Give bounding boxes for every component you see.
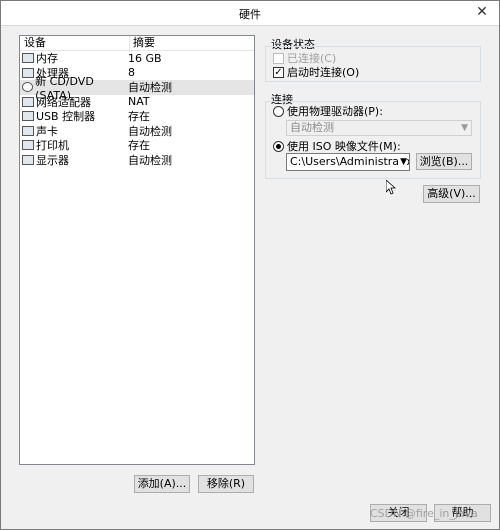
iso-path-input[interactable]: C:\Users\Administrator\Dowr ▼ [286, 153, 410, 171]
remove-button[interactable]: 移除(R) [198, 475, 254, 493]
iso-image-radio-row[interactable]: 使用 ISO 映像文件(M): [273, 138, 401, 154]
physical-drive-radio-row[interactable]: 使用物理驱动器(P): [273, 103, 383, 119]
connect-on-power-on-row[interactable]: ✓ 启动时连接(O) [273, 64, 359, 80]
memory-icon [22, 53, 34, 64]
physical-drive-label[interactable]: 使用物理驱动器(P): [287, 103, 383, 119]
browse-button[interactable]: 浏览(B)... [416, 153, 472, 170]
connect-on-power-on-checkbox[interactable]: ✓ [273, 66, 284, 78]
physical-drive-radio[interactable] [273, 105, 284, 117]
printer-icon [22, 140, 34, 151]
hardware-list-header: 设备 摘要 [20, 36, 254, 51]
hardware-row-display[interactable]: 显示器 自动检测 [20, 153, 254, 168]
device-summary: 自动检测 [128, 153, 172, 167]
title-bar: 硬件 ✕ [1, 1, 499, 26]
hardware-row-usb[interactable]: USB 控制器 存在 [20, 109, 254, 124]
window-title: 硬件 [239, 8, 261, 21]
hardware-row-printer[interactable]: 打印机 存在 [20, 138, 254, 153]
physical-drive-dropdown: 自动检测 ▼ [286, 120, 472, 136]
display-icon [22, 154, 34, 165]
cd-dvd-icon [22, 82, 34, 93]
hardware-row-memory[interactable]: 内存 16 GB [20, 51, 254, 66]
add-button[interactable]: 添加(A)... [134, 475, 190, 493]
usb-icon [22, 111, 34, 122]
iso-image-radio[interactable] [273, 140, 284, 152]
device-summary: 16 GB [128, 51, 162, 65]
iso-image-label[interactable]: 使用 ISO 映像文件(M): [287, 138, 401, 154]
device-summary: 8 [128, 66, 135, 80]
mouse-cursor-icon [386, 180, 396, 195]
device-name: 显示器 [36, 153, 69, 167]
connect-on-power-on-label[interactable]: 启动时连接(O) [287, 64, 359, 80]
iso-path-value: C:\Users\Administrator\Dowr [290, 155, 409, 168]
network-adapter-icon [22, 96, 34, 107]
hardware-dialog: 硬件 ✕ 设备 摘要 内存 16 GB 处理器 8 新 CD/DVD (SATA… [0, 0, 500, 530]
hardware-list[interactable]: 设备 摘要 内存 16 GB 处理器 8 新 CD/DVD (SATA) 自动检… [19, 35, 255, 465]
hardware-row-cd-dvd[interactable]: 新 CD/DVD (SATA) 自动检测 [20, 75, 254, 102]
hardware-row-network[interactable]: 网络适配器 NAT [20, 95, 254, 110]
device-summary: NAT [128, 95, 150, 109]
column-header-summary[interactable]: 摘要 [130, 36, 155, 50]
connected-checkbox [273, 52, 284, 64]
physical-drive-dropdown-value: 自动检测 [290, 121, 334, 134]
column-header-device[interactable]: 设备 [20, 36, 130, 50]
sound-card-icon [22, 125, 34, 136]
device-summary: 自动检测 [128, 81, 172, 95]
advanced-button[interactable]: 高级(V)... [423, 185, 480, 203]
hardware-row-sound[interactable]: 声卡 自动检测 [20, 124, 254, 139]
chevron-down-icon: ▼ [461, 123, 468, 133]
chevron-down-icon[interactable]: ▼ [398, 154, 407, 170]
close-icon[interactable]: ✕ [471, 2, 493, 22]
watermark: CSDN @fire_in_java [370, 507, 478, 520]
